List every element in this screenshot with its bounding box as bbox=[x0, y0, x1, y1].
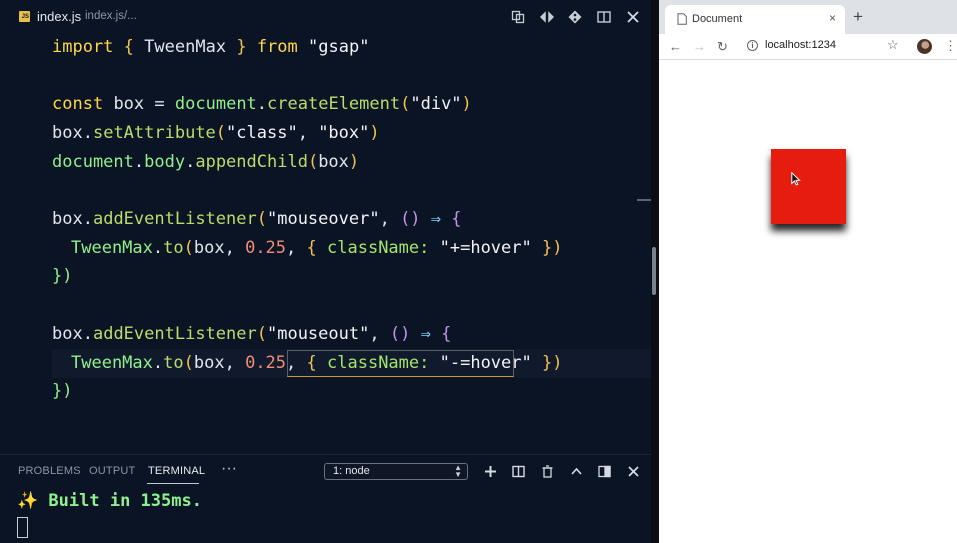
editor-scrollbar-thumb[interactable] bbox=[652, 247, 656, 295]
code-line: }) bbox=[52, 381, 73, 401]
maximize-panel-icon[interactable] bbox=[568, 463, 584, 481]
browser-tab[interactable]: Document × bbox=[665, 5, 845, 34]
kill-terminal-icon[interactable] bbox=[539, 463, 555, 481]
close-tab-icon[interactable]: × bbox=[829, 11, 836, 25]
tab-problems[interactable]: PROBLEMS bbox=[18, 465, 81, 477]
code-line: TweenMax.to(box, 0.25, { className: "+=h… bbox=[71, 238, 563, 258]
code-line: import { TweenMax } from "gsap" bbox=[52, 37, 370, 57]
overview-ruler-mark bbox=[637, 199, 651, 201]
browser-viewport bbox=[659, 60, 957, 543]
browser-window: Document × + ← → ↻ i localhost:1234 ☆ ⋮ bbox=[659, 0, 957, 543]
build-status-text: Built in 135ms. bbox=[48, 491, 202, 511]
split-editor-icon[interactable] bbox=[596, 8, 612, 26]
code-line: TweenMax.to(box, 0.25, { className: "-=h… bbox=[71, 353, 563, 373]
code-line: }) bbox=[52, 266, 73, 286]
terminal-panel: PROBLEMS OUTPUT TERMINAL ··· 1: node ▲ ▼ … bbox=[0, 454, 651, 543]
close-icon[interactable] bbox=[625, 8, 641, 26]
panel-layout-icon[interactable] bbox=[596, 463, 612, 481]
mouse-pointer-icon bbox=[791, 172, 801, 186]
terminal-selector[interactable]: 1: node ▲ ▼ bbox=[324, 463, 468, 480]
javascript-file-icon: JS bbox=[19, 11, 30, 22]
tab-terminal[interactable]: TERMINAL bbox=[148, 465, 205, 477]
hover-box[interactable] bbox=[771, 149, 846, 224]
go-live-icon[interactable] bbox=[539, 8, 555, 26]
browser-tab-strip: Document × + bbox=[659, 0, 957, 34]
back-arrow-icon[interactable]: ← bbox=[669, 37, 682, 57]
new-tab-button[interactable]: + bbox=[853, 8, 863, 25]
browser-menu-icon[interactable]: ⋮ bbox=[944, 37, 957, 55]
compare-icon[interactable] bbox=[510, 8, 526, 26]
address-bar[interactable]: localhost:1234 bbox=[765, 39, 836, 51]
code-line: box.addEventListener("mouseout", () ⇒ { bbox=[52, 324, 452, 344]
new-terminal-icon[interactable] bbox=[482, 463, 498, 481]
page-icon bbox=[677, 13, 687, 25]
tab-output[interactable]: OUTPUT bbox=[89, 465, 135, 477]
sparkles-icon: ✨ bbox=[17, 491, 39, 511]
editor-tab-path: index.js/... bbox=[85, 10, 137, 22]
source-control-icon[interactable] bbox=[567, 8, 583, 26]
terminal-cursor[interactable] bbox=[17, 517, 28, 538]
code-line: box.addEventListener("mouseover", () ⇒ { bbox=[52, 209, 462, 229]
profile-avatar[interactable] bbox=[917, 39, 932, 54]
code-line: box.setAttribute("class", "box") bbox=[52, 123, 380, 143]
more-actions-icon[interactable]: ··· bbox=[221, 460, 237, 478]
terminal-selector-value: 1: node bbox=[333, 465, 370, 477]
bookmark-star-icon[interactable]: ☆ bbox=[887, 37, 899, 53]
active-tab-indicator bbox=[147, 483, 199, 484]
browser-tab-title: Document bbox=[692, 13, 743, 25]
select-arrows-icon: ▲ ▼ bbox=[454, 463, 462, 479]
forward-arrow-icon[interactable]: → bbox=[693, 37, 706, 57]
reload-icon[interactable]: ↻ bbox=[717, 37, 728, 57]
code-area[interactable]: import { TweenMax } from "gsap" const bo… bbox=[0, 34, 651, 454]
code-line: document.body.appendChild(box) bbox=[52, 152, 360, 172]
editor-tab-bar: JS index.js index.js/... bbox=[0, 0, 651, 34]
browser-toolbar: ← → ↻ i localhost:1234 ☆ ⋮ bbox=[659, 34, 957, 60]
split-terminal-icon[interactable] bbox=[510, 463, 526, 481]
terminal-output: ✨ Built in 135ms. bbox=[17, 491, 202, 511]
site-info-icon[interactable]: i bbox=[747, 40, 758, 51]
code-line: const box = document.createElement("div"… bbox=[52, 94, 472, 114]
editor-tab-filename[interactable]: index.js bbox=[37, 9, 81, 24]
close-panel-icon[interactable] bbox=[625, 463, 641, 481]
